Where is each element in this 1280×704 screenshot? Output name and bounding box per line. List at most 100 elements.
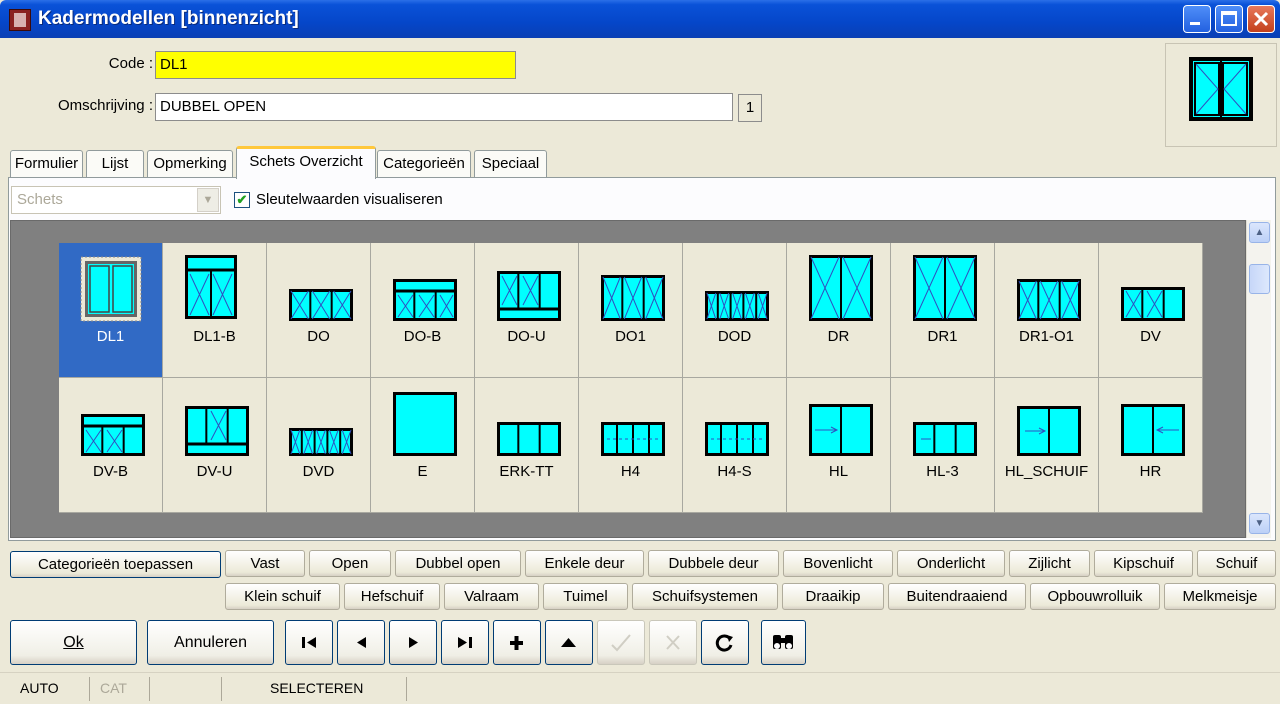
sketch-cell[interactable]: HL xyxy=(787,378,891,513)
minimize-button[interactable] xyxy=(1183,5,1211,33)
sketch-grid-area: DL1 DL1-B DO DO-B DO-U DO1 DOD DR DR1 DR1-O1 DV DV-… xyxy=(10,220,1246,538)
previous-record-button[interactable] xyxy=(337,620,385,665)
status-cat: CAT xyxy=(90,677,150,701)
category-valraam-button[interactable]: Valraam xyxy=(444,583,539,610)
tab-formulier[interactable]: Formulier xyxy=(10,150,83,178)
discard-button[interactable] xyxy=(649,620,697,665)
sketch-cell[interactable]: DVD xyxy=(267,378,371,513)
sketch-code: DV-B xyxy=(92,463,128,480)
sketch-cell[interactable]: E xyxy=(371,378,475,513)
tab-opmerking[interactable]: Opmerking xyxy=(147,150,233,178)
sketch-code: DV-U xyxy=(196,463,233,480)
ok-button-label: Ok xyxy=(63,634,84,651)
up-button[interactable] xyxy=(545,620,593,665)
scroll-thumb[interactable] xyxy=(1249,264,1270,294)
last-icon xyxy=(458,637,472,648)
description-field[interactable]: DUBBEL OPEN xyxy=(155,93,733,121)
confirm-icon xyxy=(611,634,631,652)
first-icon xyxy=(302,637,316,648)
sketch-cell[interactable]: DO-U xyxy=(475,243,579,378)
category-zijlicht-button[interactable]: Zijlicht xyxy=(1009,550,1090,577)
cancel-button[interactable]: Annuleren xyxy=(147,620,274,665)
sketch-cell[interactable]: DR xyxy=(787,243,891,378)
confirm-button[interactable] xyxy=(597,620,645,665)
sketch-code: DO-U xyxy=(507,328,546,345)
category-klein-schuif-button[interactable]: Klein schuif xyxy=(225,583,340,610)
search-button[interactable] xyxy=(761,620,806,665)
maximize-button[interactable] xyxy=(1215,5,1243,33)
category-draaikip-button[interactable]: Draaikip xyxy=(782,583,884,610)
cancel-button-label: Annuleren xyxy=(174,634,247,651)
category-melkmeisje-button[interactable]: Melkmeisje xyxy=(1164,583,1276,610)
minimize-icon xyxy=(1190,22,1200,25)
add-icon xyxy=(510,636,523,650)
sketch-code: DO1 xyxy=(615,328,646,345)
sketch-code: HR xyxy=(1139,463,1162,480)
visualize-checkbox-label: Sleutelwaarden visualiseren xyxy=(256,191,443,208)
tab-lijst[interactable]: Lijst xyxy=(86,150,144,178)
sketch-code: H4 xyxy=(620,463,641,480)
status-bar: AUTO CAT SELECTEREN xyxy=(0,672,1280,704)
scroll-down-icon[interactable]: ▼ xyxy=(1249,513,1270,534)
sketch-cell[interactable]: DO-B xyxy=(371,243,475,378)
category-kipschuif-button[interactable]: Kipschuif xyxy=(1094,550,1193,577)
visualize-checkbox[interactable]: ✔ xyxy=(234,192,250,208)
sketch-cell[interactable]: DR1-O1 xyxy=(995,243,1099,378)
sketch-cell[interactable]: DOD xyxy=(683,243,787,378)
sketch-code: DO-B xyxy=(403,328,442,345)
category-hefschuif-button[interactable]: Hefschuif xyxy=(344,583,440,610)
ok-button[interactable]: Ok xyxy=(10,620,137,665)
tab-categorieen[interactable]: Categorieën xyxy=(377,150,471,178)
next-record-button[interactable] xyxy=(389,620,437,665)
title-bar[interactable]: Kadermodellen [binnenzicht] xyxy=(0,0,1280,38)
category-onderlicht-button[interactable]: Onderlicht xyxy=(897,550,1005,577)
add-record-button[interactable] xyxy=(493,620,541,665)
category-vast-button[interactable]: Vast xyxy=(225,550,305,577)
sketch-cell[interactable]: DL1-B xyxy=(163,243,267,378)
sketch-cell[interactable]: DO xyxy=(267,243,371,378)
category-schuif-button[interactable]: Schuif xyxy=(1197,550,1276,577)
combo-placeholder: Schets xyxy=(17,191,63,208)
sketch-cell[interactable]: DR1 xyxy=(891,243,995,378)
category-bovenlicht-button[interactable]: Bovenlicht xyxy=(783,550,893,577)
category-buitendraaiend-button[interactable]: Buitendraaiend xyxy=(888,583,1026,610)
category-open-button[interactable]: Open xyxy=(309,550,391,577)
maximize-icon xyxy=(1221,11,1237,26)
category-opbouwrolluik-button[interactable]: Opbouwrolluik xyxy=(1030,583,1160,610)
scroll-up-icon[interactable]: ▲ xyxy=(1249,222,1270,243)
sketch-cell[interactable]: ERK-TT xyxy=(475,378,579,513)
category-schuifsystemen-button[interactable]: Schuifsystemen xyxy=(632,583,778,610)
window-title: Kadermodellen [binnenzicht] xyxy=(38,8,299,29)
sketch-code: DR1 xyxy=(927,328,958,345)
category-dubbele-deur-button[interactable]: Dubbele deur xyxy=(648,550,779,577)
sketch-cell[interactable]: HR xyxy=(1099,378,1203,513)
category-enkele-deur-button[interactable]: Enkele deur xyxy=(525,550,644,577)
sketch-cell[interactable]: H4 xyxy=(579,378,683,513)
sketch-cell[interactable]: H4-S xyxy=(683,378,787,513)
sketch-cell[interactable]: HL-3 xyxy=(891,378,995,513)
last-record-button[interactable] xyxy=(441,620,489,665)
sketch-grid: DL1 DL1-B DO DO-B DO-U DO1 DOD DR DR1 DR1-O1 DV DV-… xyxy=(59,243,1203,513)
refresh-button[interactable] xyxy=(701,620,749,665)
sketch-cell[interactable]: HL_SCHUIF xyxy=(995,378,1099,513)
category-dubbel-open-button[interactable]: Dubbel open xyxy=(395,550,521,577)
tab-schets-overzicht[interactable]: Schets Overzicht xyxy=(236,146,376,179)
sketch-cell[interactable]: DO1 xyxy=(579,243,683,378)
sketch-cell[interactable]: DV-U xyxy=(163,378,267,513)
tab-speciaal[interactable]: Speciaal xyxy=(474,150,547,178)
sketch-code: DVD xyxy=(302,463,335,480)
sketch-cell[interactable]: DL1 xyxy=(59,243,163,378)
vertical-scrollbar[interactable]: ▲ ▼ xyxy=(1246,220,1271,538)
code-label: Code : xyxy=(108,55,153,72)
sketch-code: ERK-TT xyxy=(499,463,554,480)
first-record-button[interactable] xyxy=(285,620,333,665)
sketch-code: H4-S xyxy=(717,463,752,480)
close-button[interactable] xyxy=(1247,5,1275,33)
up-icon xyxy=(561,638,576,647)
description-label: Omschrijving : xyxy=(57,97,153,114)
sketch-cell[interactable]: DV xyxy=(1099,243,1203,378)
sketch-cell[interactable]: DV-B xyxy=(59,378,163,513)
code-field[interactable]: DL1 xyxy=(155,51,516,79)
category-tuimel-button[interactable]: Tuimel xyxy=(543,583,628,610)
apply-categories-button[interactable]: Categorieën toepassen xyxy=(10,551,221,578)
